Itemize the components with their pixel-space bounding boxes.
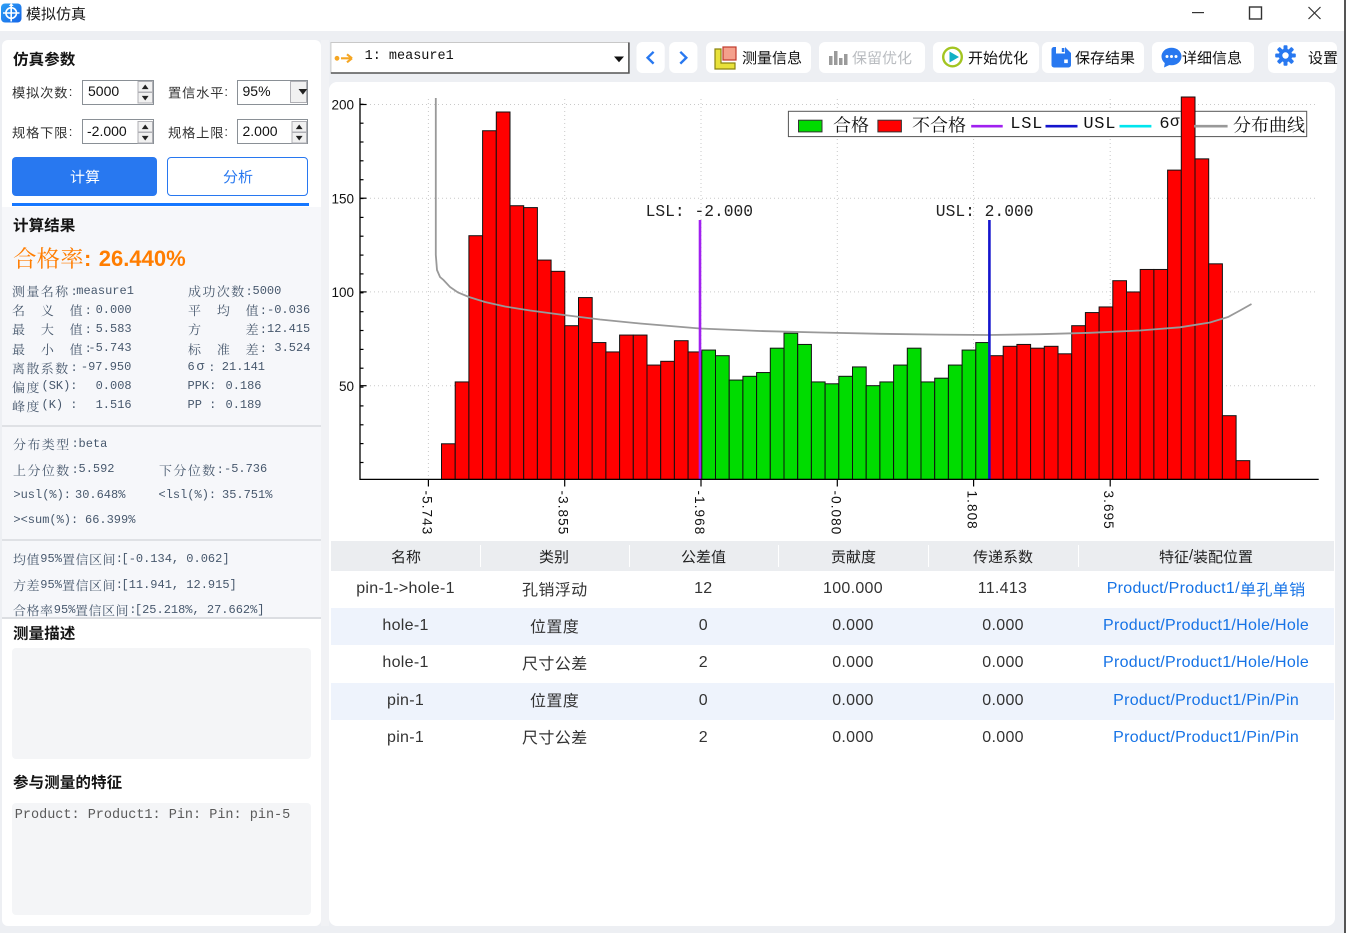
svg-text:-0.080: -0.080 [828,491,843,536]
svg-text:150: 150 [331,191,354,206]
svg-text:50: 50 [339,379,354,394]
svg-text:1.808: 1.808 [965,491,980,530]
svg-text:-3.855: -3.855 [556,491,571,536]
svg-text:-1.968: -1.968 [692,491,707,536]
svg-text:-5.743: -5.743 [419,491,434,536]
svg-text:200: 200 [331,98,354,113]
svg-text:100: 100 [331,285,354,300]
svg-text:3.695: 3.695 [1101,491,1116,530]
